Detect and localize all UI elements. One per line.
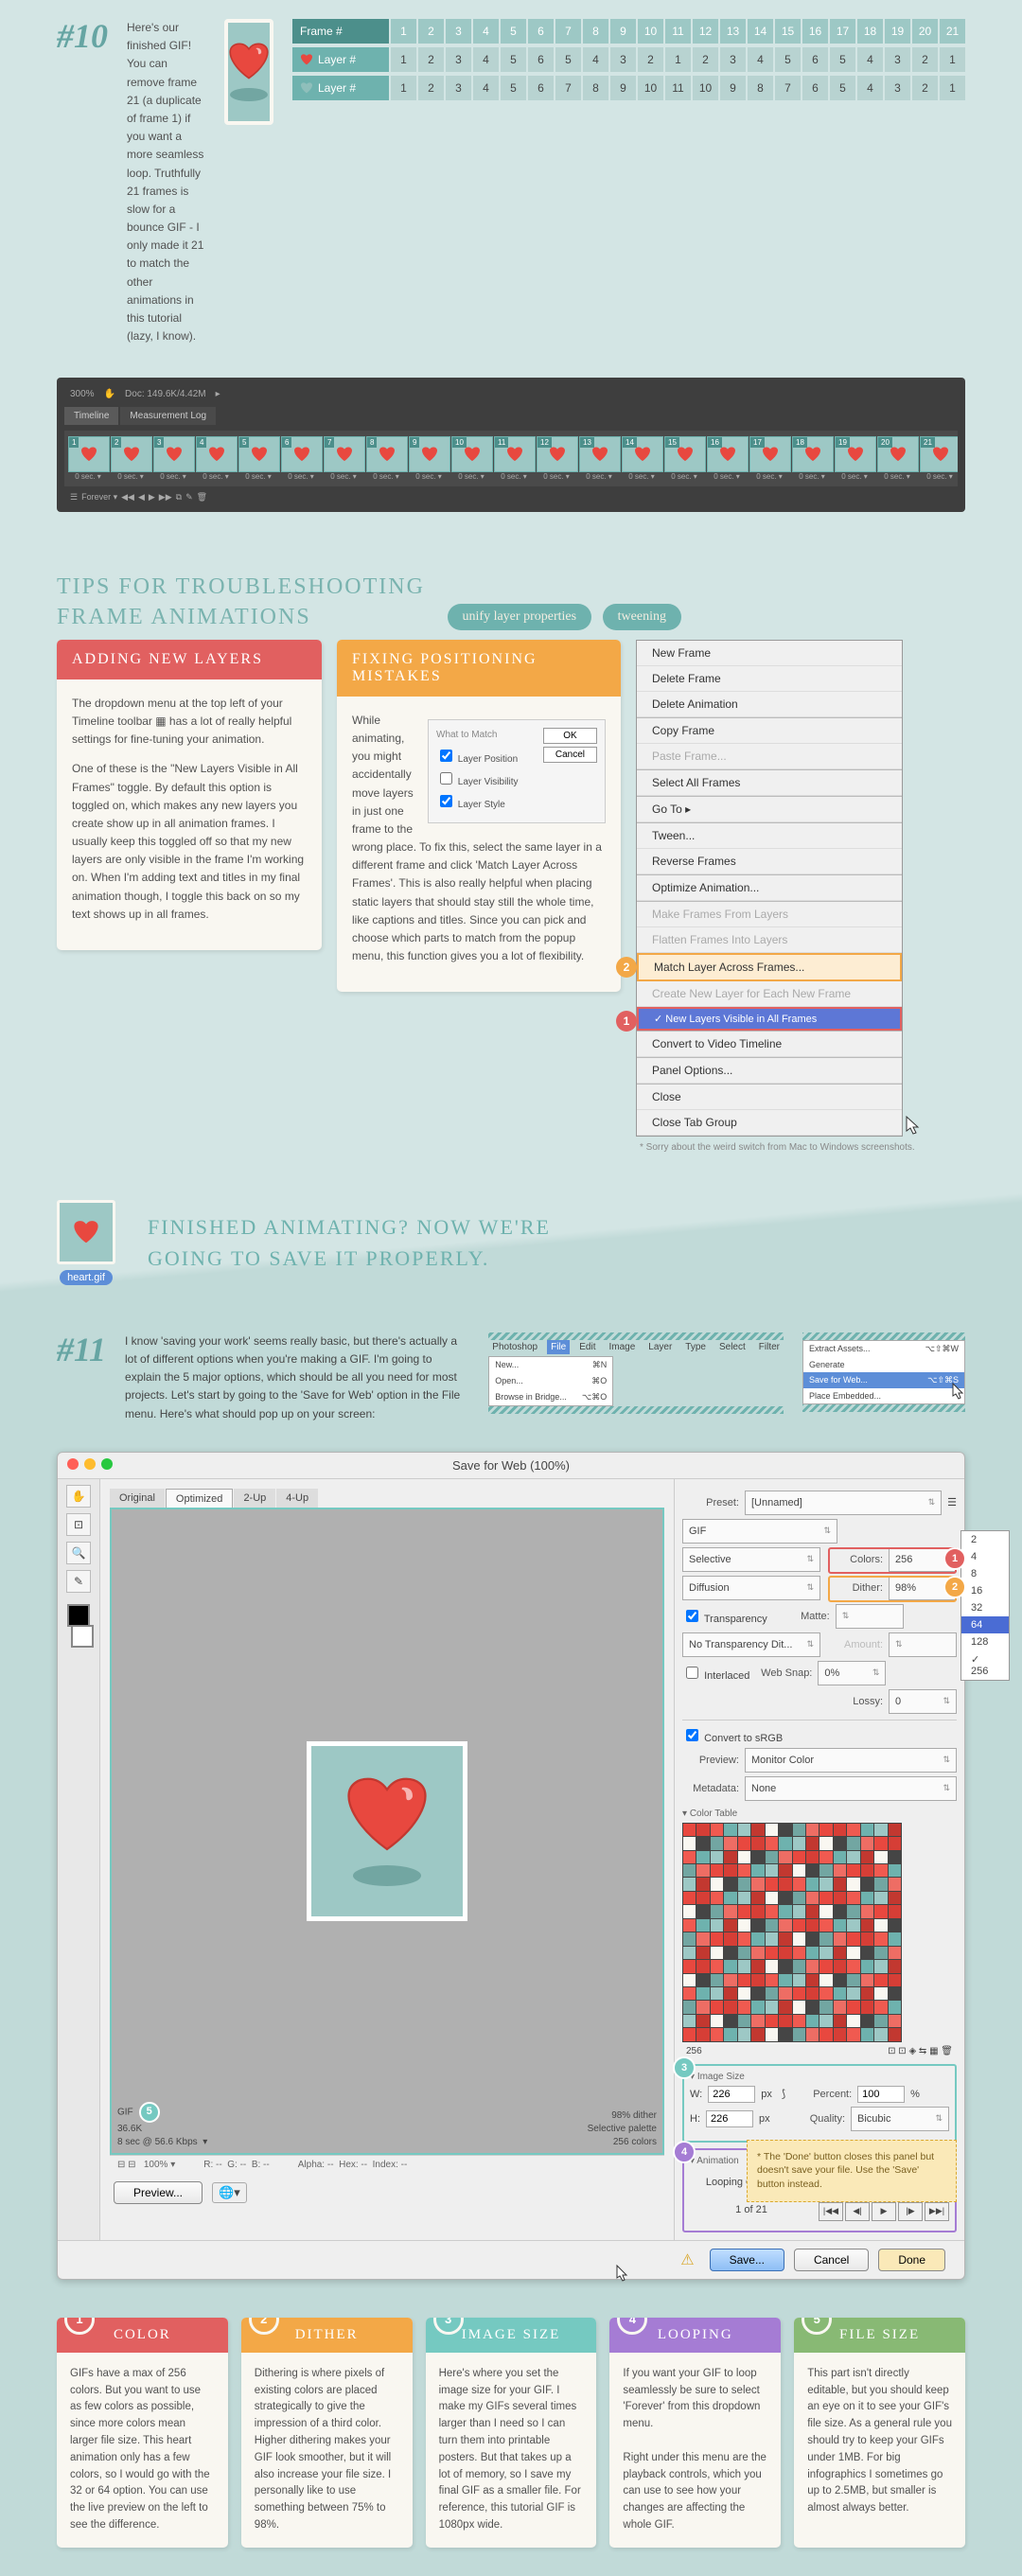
colors-flyout[interactable]: 248163264128✓ 256 [960,1530,1010,1681]
heart-gif-chip: heart.gif [57,1200,115,1285]
heart-icon [228,43,270,80]
tab-optimized[interactable]: Optimized [166,1489,234,1509]
warning-icon: ⚠ [680,2250,694,2269]
badge-1: 1 [943,1547,966,1570]
matte-select[interactable] [836,1604,904,1629]
badge-4: 4 [673,2141,696,2163]
heart-icon [73,1220,99,1244]
quality-select[interactable]: Bicubic [851,2107,949,2131]
gif-stats: GIF536.6K8 sec @ 56.6 Kbps ▾ [117,2102,207,2149]
screenshot-note: * Sorry about the weird switch from Mac … [636,1137,919,1153]
ok-button[interactable]: OK [543,728,597,744]
heart-icon [344,1776,430,1854]
width-input[interactable] [708,2086,755,2103]
timeline-context-menu[interactable]: New FrameDelete FrameDelete AnimationCop… [636,640,903,1137]
color-readout: ⊟ ⊟ 100% ▾ R: -- G: -- B: -- Alpha: -- H… [110,2155,664,2174]
done-button-note: * The 'Done' button closes this panel bu… [747,2140,957,2202]
percent-input[interactable] [857,2086,905,2103]
badge-2: 2 [943,1576,966,1598]
heart-preview-card [224,19,273,125]
background-swatch[interactable] [71,1625,94,1648]
zoom-tool[interactable]: 🔍 [66,1542,91,1564]
tab-original[interactable]: Original [110,1489,165,1509]
hand-tool[interactable]: ✋ [66,1485,91,1508]
preview-button[interactable]: Preview... [114,2181,203,2204]
dither-select[interactable]: Diffusion [682,1576,820,1600]
lossy-input[interactable]: 0 [889,1689,957,1714]
step-number: #11 [57,1332,106,1367]
step-number: #10 [57,19,108,53]
cursor-icon [904,1115,925,1136]
badge-3: 3 [673,2056,696,2079]
photoshop-timeline: 300%✋Doc: 149.6K/4.42M▸ TimelineMeasurem… [57,378,965,512]
step10-text: Here's our finished GIF! You can remove … [127,19,205,345]
tag-tweening: tweening [603,604,681,630]
metadata-select[interactable]: None [745,1776,957,1801]
card-fixing-positioning: FIXING POSITIONING MISTAKES OKCancel Wha… [337,640,621,993]
cursor-icon [950,1382,969,1401]
tab-timeline[interactable]: Timeline [64,407,118,425]
cancel-button[interactable]: Cancel [543,747,597,763]
tab-4up[interactable]: 4-Up [276,1489,318,1509]
step11-text: I know 'saving your work' seems really b… [125,1332,469,1423]
last-frame-button[interactable]: ▶▶| [925,2202,949,2221]
tag-unify: unify layer properties [448,604,592,630]
match-layer-panel: OKCancel What to Match Layer Position La… [428,719,606,823]
frame-table: Frame #123456789101112131415161718192021… [292,19,965,104]
finished-heading: FINISHED ANIMATING? NOW WE'RE GOING TO S… [148,1211,551,1274]
preset-select[interactable]: [Unnamed] [745,1491,942,1515]
cursor-icon [614,2264,633,2283]
reduction-select[interactable]: Selective [682,1547,820,1572]
gif-stats-right: 98% ditherSelective palette256 colors [588,2109,657,2149]
sfw-toolbar: ✋ ⊡ 🔍 ✎ [58,1479,100,2240]
height-input[interactable] [706,2110,753,2127]
tab-2up[interactable]: 2-Up [234,1489,275,1509]
play-button[interactable]: ▶ [872,2202,896,2221]
cancel-button[interactable]: Cancel [794,2249,869,2271]
foreground-swatch[interactable] [67,1604,90,1627]
websnap-input[interactable]: 0% [818,1661,886,1685]
eyedropper-tool[interactable]: ✎ [66,1570,91,1593]
transp-dither-select[interactable]: No Transparency Dit... [682,1632,820,1657]
save-button[interactable]: Save... [710,2249,784,2271]
done-button[interactable]: Done [878,2249,945,2271]
interlaced-check[interactable]: Interlaced [682,1664,749,1682]
tab-measurement[interactable]: Measurement Log [120,407,216,425]
preview-select[interactable]: Monitor Color [745,1748,957,1773]
format-select[interactable]: GIF [682,1519,837,1544]
color-table-grid[interactable] [682,1823,902,2042]
photoshop-menu: PhotoshopFileEditImageLayerTypeSelectFil… [488,1332,784,1414]
card-adding-layers: ADDING NEW LAYERS The dropdown menu at t… [57,640,322,950]
preview-canvas: GIF536.6K8 sec @ 56.6 Kbps ▾ 98% ditherS… [110,1508,664,2155]
prev-frame-button[interactable]: ◀| [845,2202,870,2221]
srgb-check[interactable]: Convert to sRGB [682,1726,783,1744]
slice-tool[interactable]: ⊡ [66,1513,91,1536]
save-for-web-dialog: Save for Web (100%) ✋ ⊡ 🔍 ✎ Original Opt… [57,1452,965,2280]
heart-shadow [230,88,268,101]
browser-select[interactable]: 🌐▾ [212,2182,247,2203]
next-frame-button[interactable]: |▶ [898,2202,923,2221]
first-frame-button[interactable]: |◀◀ [819,2202,843,2221]
badge-5: 5 [139,2102,160,2123]
transparency-check[interactable]: Transparency [682,1607,767,1625]
